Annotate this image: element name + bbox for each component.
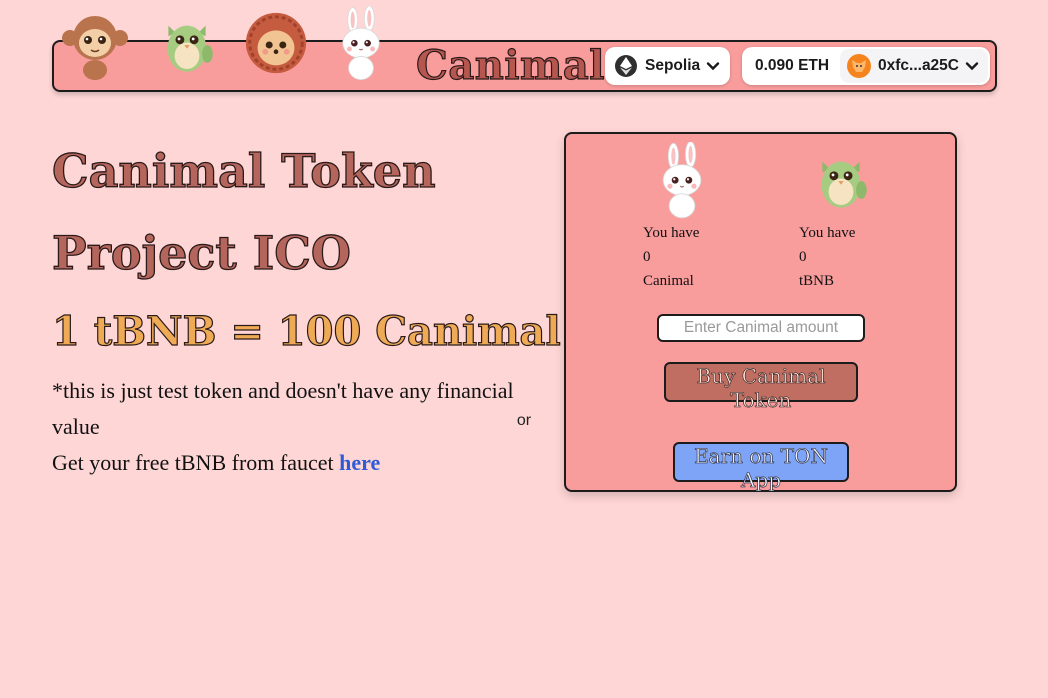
swap-card <box>564 132 957 492</box>
account-address-button[interactable]: 0xfc...a25C <box>840 49 988 83</box>
canimal-balance-unit: Canimal <box>643 273 694 289</box>
page-title: Canimal Token <box>51 143 436 198</box>
tbnb-balance-unit: tBNB <box>799 273 835 289</box>
canimal-balance-label: You have <box>643 225 700 241</box>
chevron-down-icon <box>965 62 979 71</box>
buy-canimal-button[interactable]: Buy Canimal Token <box>664 362 858 412</box>
account-button[interactable]: 0.090 ETH 0xfc...a25C <box>742 47 990 85</box>
account-address: 0xfc...a25C <box>878 57 959 74</box>
page-subtitle: Project ICO <box>51 225 351 280</box>
metamask-fox-icon <box>847 54 871 78</box>
monkey-mascot <box>60 10 130 80</box>
canimal-amount-input[interactable] <box>657 314 865 342</box>
chevron-down-icon <box>706 62 720 71</box>
bunny-mascot <box>332 6 390 82</box>
bunny-mascot <box>652 142 712 220</box>
eth-balance: 0.090 ETH <box>755 57 830 74</box>
ethereum-icon <box>615 55 637 77</box>
tbnb-balance-label: You have <box>799 225 856 241</box>
owl-mascot <box>810 146 872 218</box>
network-label: Sepolia <box>645 57 701 74</box>
network-selector[interactable]: Sepolia <box>605 47 730 85</box>
faucet-prefix: Get your free tBNB from faucet <box>52 450 340 475</box>
exchange-rate: 1 tBNB = 100 Canimal <box>51 307 561 355</box>
hedgehog-mascot <box>242 8 310 78</box>
earn-on-ton-button[interactable]: Earn on TON App <box>673 442 849 492</box>
or-separator: or <box>516 412 532 429</box>
tbnb-balance-amount: 0 <box>799 249 807 265</box>
tbnb-balance: You have 0 tBNB <box>799 221 919 293</box>
faucet-link[interactable]: here <box>339 450 380 475</box>
brand-logo[interactable]: Canimal <box>415 42 605 89</box>
canimal-balance: You have 0 Canimal <box>643 221 763 293</box>
owl-mascot <box>156 10 218 82</box>
canimal-balance-amount: 0 <box>643 249 651 265</box>
